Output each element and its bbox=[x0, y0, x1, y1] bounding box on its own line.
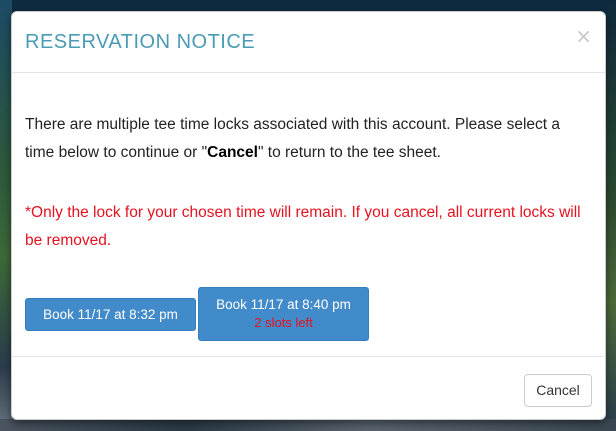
modal-body: There are multiple tee time locks associ… bbox=[12, 73, 605, 356]
lock-warning: *Only the lock for your chosen time will… bbox=[25, 204, 581, 249]
backdrop-photo-right bbox=[606, 0, 616, 431]
book-840-label: Book 11/17 at 8:40 pm bbox=[216, 297, 351, 312]
modal-title: RESERVATION NOTICE bbox=[25, 31, 256, 53]
book-832-label: Book 11/17 at 8:32 pm bbox=[43, 307, 178, 322]
cancel-button[interactable]: Cancel bbox=[524, 374, 592, 407]
reservation-notice-modal: RESERVATION NOTICE × There are multiple … bbox=[11, 11, 606, 420]
modal-footer: Cancel bbox=[12, 356, 605, 421]
slots-left-note: 2 slots left bbox=[254, 315, 313, 330]
notice-message-end: " to return to the tee sheet. bbox=[257, 144, 441, 161]
book-840-button[interactable]: Book 11/17 at 8:40 pm 2 slots left bbox=[198, 287, 369, 341]
notice-message: There are multiple tee time locks associ… bbox=[25, 111, 590, 167]
modal-header: RESERVATION NOTICE × bbox=[12, 12, 605, 73]
close-icon[interactable]: × bbox=[575, 26, 592, 46]
book-832-button[interactable]: Book 11/17 at 8:32 pm bbox=[25, 298, 196, 331]
notice-message-cancel-word: Cancel bbox=[207, 144, 258, 161]
